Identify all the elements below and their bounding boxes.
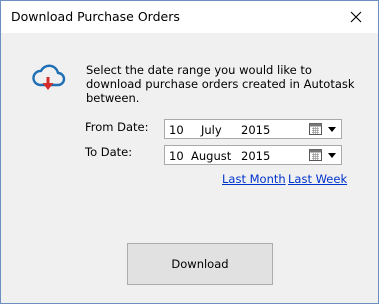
window-title: Download Purchase Orders [11,9,180,24]
dialog-content: Select the date range you would like to … [1,33,378,303]
last-month-link[interactable]: Last Month [222,172,286,186]
to-date-year[interactable]: 2015 [241,149,270,163]
instruction-text: Select the date range you would like to … [86,63,355,105]
download-dialog: Download Purchase Orders Select the date… [0,0,379,304]
chevron-down-icon[interactable] [328,127,336,132]
from-date-year[interactable]: 2015 [241,123,270,137]
to-date-month[interactable]: August [191,149,231,163]
to-date-picker[interactable]: 10 August 2015 [164,145,342,165]
cloud-download-icon [32,64,66,90]
to-date-label: To Date: [85,145,133,159]
from-date-month[interactable]: July [201,123,222,137]
from-date-day[interactable]: 10 [169,123,184,137]
chevron-down-icon[interactable] [328,153,336,158]
close-icon [350,11,362,23]
last-week-link[interactable]: Last Week [288,172,347,186]
from-date-picker[interactable]: 10 July 2015 [164,119,342,139]
calendar-icon[interactable] [309,123,322,135]
title-bar: Download Purchase Orders [1,1,378,33]
to-date-day[interactable]: 10 [169,149,184,163]
close-button[interactable] [334,1,378,33]
download-button[interactable]: Download [127,243,273,285]
calendar-icon[interactable] [309,149,322,161]
from-date-label: From Date: [85,120,149,134]
